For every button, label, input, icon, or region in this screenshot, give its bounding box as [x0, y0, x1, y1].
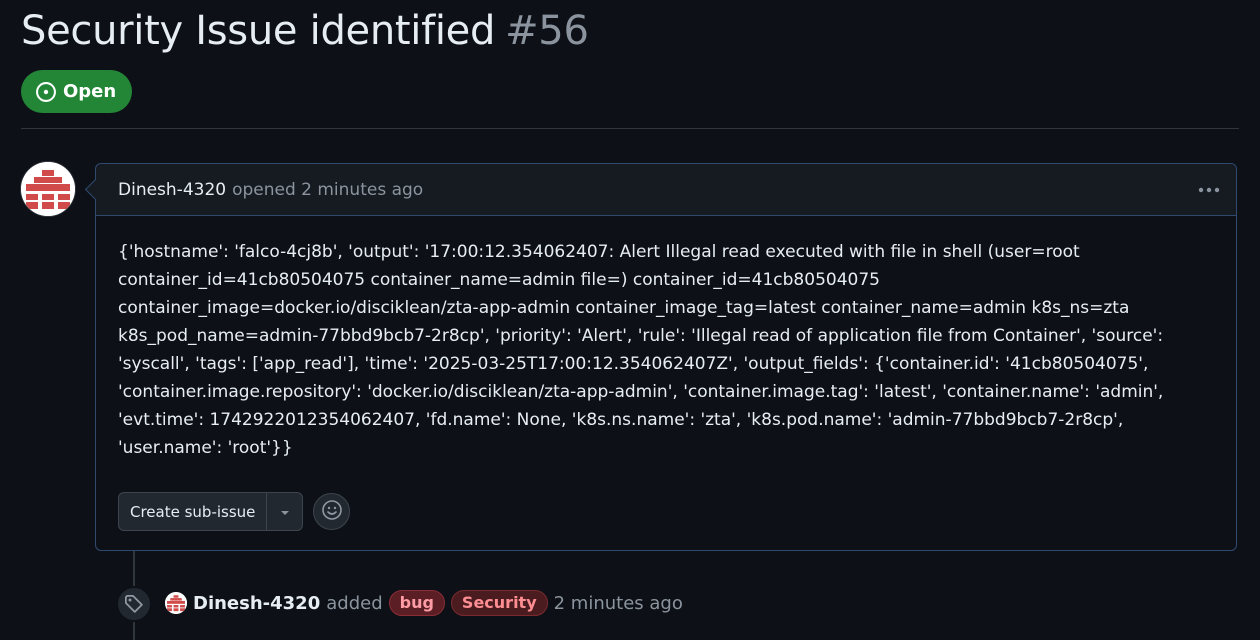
- create-subissue-dropdown[interactable]: [267, 493, 302, 530]
- event-author-link[interactable]: Dinesh-4320: [193, 593, 320, 614]
- issue-comment: Dinesh-4320 opened 2 minutes ago {'hostn…: [95, 163, 1237, 551]
- comment-meta[interactable]: opened 2 minutes ago: [232, 180, 423, 200]
- comment-author-link[interactable]: Dinesh-4320: [118, 180, 226, 200]
- create-subissue-split-button: Create sub-issue: [118, 492, 304, 531]
- tag-icon: [116, 586, 152, 622]
- triangle-down-icon: [279, 502, 291, 521]
- create-subissue-button[interactable]: Create sub-issue: [119, 493, 268, 530]
- header-divider: [21, 128, 1239, 129]
- event-time[interactable]: 2 minutes ago: [554, 593, 683, 614]
- issue-number: #56: [505, 8, 589, 54]
- author-avatar[interactable]: [21, 162, 75, 216]
- comment-body: {'hostname': 'falco-4cj8b', 'output': '1…: [118, 242, 1164, 458]
- add-reaction-button[interactable]: [313, 493, 351, 530]
- event-action: added: [326, 592, 383, 614]
- label-bug[interactable]: bug: [388, 590, 445, 616]
- smiley-icon: [321, 499, 343, 525]
- issue-title: Security Issue identified: [21, 8, 496, 54]
- comment-header: Dinesh-4320 opened 2 minutes ago: [96, 164, 1236, 216]
- issue-state-label: Open: [63, 81, 117, 102]
- comment-actions: Create sub-issue: [118, 492, 351, 531]
- issue-title-row: Security Issue identified #56: [21, 8, 589, 54]
- label-added-event: Dinesh-4320 added bug Security 2 minutes…: [165, 589, 683, 617]
- kebab-menu-icon[interactable]: [1194, 175, 1224, 205]
- label-security[interactable]: Security: [450, 590, 548, 616]
- issue-opened-icon: [35, 81, 57, 103]
- event-author-avatar[interactable]: [165, 592, 187, 614]
- issue-state-badge: Open: [21, 70, 133, 113]
